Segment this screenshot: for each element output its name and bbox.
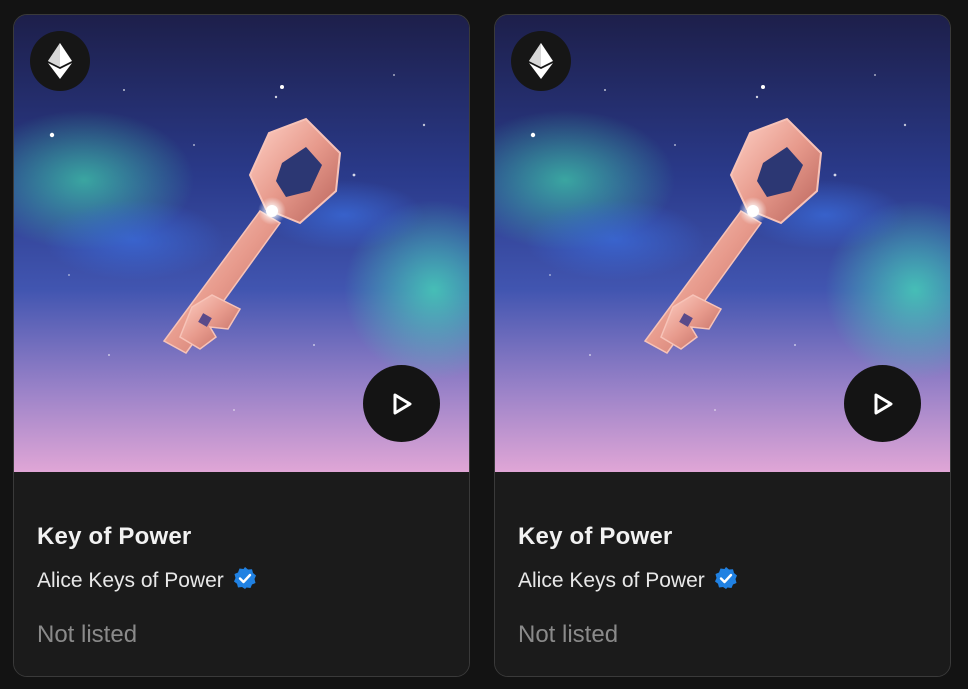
collection-name[interactable]: Alice Keys of Power (518, 566, 738, 593)
chain-badge (30, 31, 90, 91)
nft-title[interactable]: Key of Power (518, 523, 672, 551)
nft-artwork[interactable] (495, 15, 950, 472)
nft-artwork[interactable] (14, 15, 469, 472)
play-button[interactable] (844, 365, 921, 442)
listing-status: Not listed (518, 621, 619, 648)
verified-badge-icon (714, 566, 738, 590)
play-icon (393, 393, 411, 414)
nft-card[interactable]: Key of Power Alice Keys of Power Not lis… (13, 14, 470, 677)
collection-label: Alice Keys of Power (37, 569, 224, 592)
collection-label: Alice Keys of Power (518, 569, 705, 592)
nft-title[interactable]: Key of Power (37, 523, 191, 551)
ethereum-icon (529, 43, 553, 79)
chain-badge (511, 31, 571, 91)
ethereum-icon (48, 43, 72, 79)
play-icon (874, 393, 892, 414)
collection-name[interactable]: Alice Keys of Power (37, 566, 257, 593)
verified-badge-icon (233, 566, 257, 590)
nft-card[interactable]: Key of Power Alice Keys of Power Not lis… (494, 14, 951, 677)
card-info: Key of Power Alice Keys of Power Not lis… (14, 472, 469, 676)
listing-status: Not listed (37, 621, 138, 648)
play-button[interactable] (363, 365, 440, 442)
card-info: Key of Power Alice Keys of Power Not lis… (495, 472, 950, 676)
